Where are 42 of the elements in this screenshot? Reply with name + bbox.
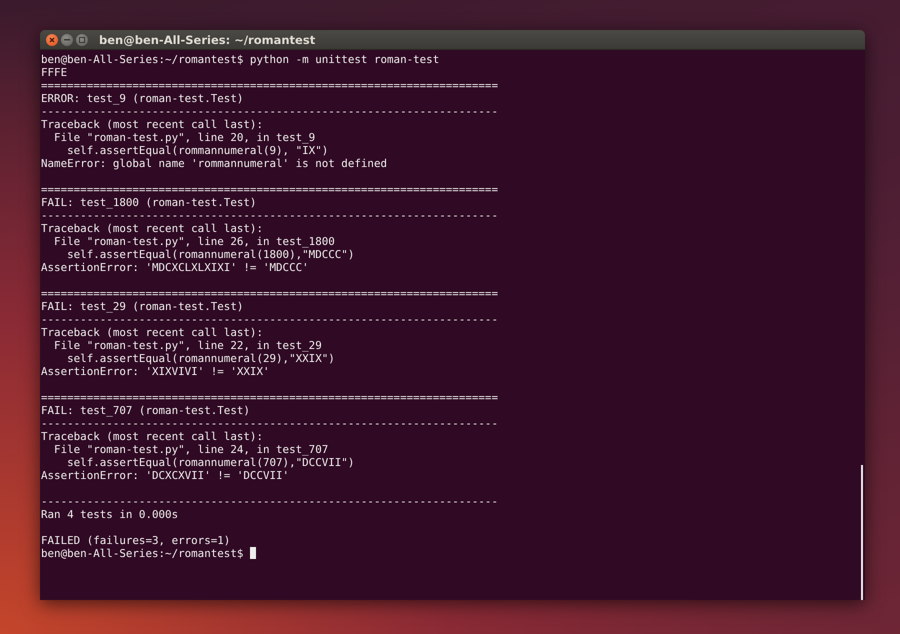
terminal-line: ---------------------------------------------------------------------- (41, 105, 498, 118)
terminal-line: FAIL: test_29 (roman-test.Test) (41, 300, 244, 313)
terminal-line: ben@ben-All-Series:~/romantest$ (41, 547, 244, 560)
terminal-line: ====================================================================== (41, 391, 498, 404)
terminal-line: self.assertEqual(romannumeral(707),"DCCVII") (66, 456, 354, 469)
terminal-line: ---------------------------------------------------------------------- (41, 495, 498, 508)
terminal-line: File "roman-test.py", line 26, in test_1800 (53, 235, 335, 248)
terminal-line: ---------------------------------------------------------------------- (41, 209, 498, 222)
close-icon (49, 36, 55, 42)
terminal-line: Ran 4 tests in 0.000s (41, 508, 178, 521)
terminal-line: AssertionError: 'XIXVIVI' != 'XXIX' (41, 365, 270, 378)
terminal-line: FAILED (failures=3, errors=1) (41, 534, 230, 547)
terminal-line: File "roman-test.py", line 24, in test_707 (53, 443, 328, 456)
terminal-line: self.assertEqual(romannumeral(29),"XXIX") (66, 352, 335, 365)
terminal-line: ====================================================================== (41, 287, 498, 300)
terminal-line: ====================================================================== (41, 183, 498, 196)
terminal-line: AssertionError: 'DCXCXVII' != 'DCCVII' (41, 469, 290, 482)
terminal-line: self.assertEqual(romannumeral(1800),"MDCCC") (66, 248, 354, 261)
maximize-button[interactable] (76, 34, 88, 46)
terminal-line: ERROR: test_9 (roman-test.Test) (41, 92, 244, 105)
terminal-line: Traceback (most recent call last): (41, 222, 263, 235)
terminal-line: AssertionError: 'MDCXCLXLXIXI' != 'MDCCC' (41, 261, 309, 274)
terminal-line: ben@ben-All-Series:~/romantest$ python -m unittest roman-test (41, 53, 440, 66)
terminal-line: File "roman-test.py", line 20, in test_9 (53, 131, 316, 144)
terminal-line: ---------------------------------------------------------------------- (41, 313, 498, 326)
terminal-line: Traceback (most recent call last): (41, 118, 263, 131)
terminal-line: Traceback (most recent call last): (41, 326, 263, 339)
maximize-icon (79, 36, 85, 42)
terminal-line: File "roman-test.py", line 22, in test_29 (53, 339, 322, 352)
window-title: ben@ben-All-Series: ~/romantest (99, 32, 316, 46)
minimize-button[interactable] (61, 34, 73, 46)
terminal-line: NameError: global name 'rommannumeral' is not defined (41, 157, 388, 170)
close-button[interactable] (46, 34, 58, 46)
terminal-line: self.assertEqual(rommannumeral(9), "IX") (66, 144, 328, 157)
minimize-icon (64, 38, 70, 40)
terminal-line: ---------------------------------------------------------------------- (41, 417, 498, 430)
scrollbar[interactable] (861, 465, 863, 600)
terminal-line: FFFE (41, 66, 68, 79)
terminal-line: FAIL: test_707 (roman-test.Test) (41, 404, 250, 417)
terminal-line: ====================================================================== (41, 79, 498, 92)
terminal-line: Traceback (most recent call last): (41, 430, 263, 443)
terminal-line: FAIL: test_1800 (roman-test.Test) (41, 196, 256, 209)
